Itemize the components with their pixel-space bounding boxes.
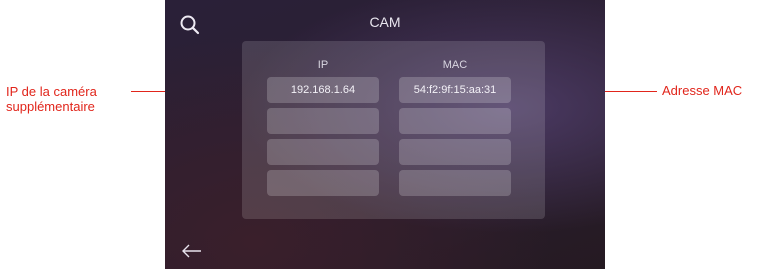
ip-field-3[interactable]	[267, 139, 379, 165]
column-header-mac: MAC	[442, 59, 468, 71]
mac-field-1[interactable]: 54:f2:9f:15:aa:31	[399, 77, 511, 103]
ip-field-1[interactable]: 192.168.1.64	[267, 77, 379, 103]
mac-field-4[interactable]	[399, 170, 511, 196]
mac-field-3[interactable]	[399, 139, 511, 165]
camera-table-panel: IP MAC 192.168.1.64 54:f2:9f:15:aa:31	[242, 41, 545, 219]
ip-field-4[interactable]	[267, 170, 379, 196]
device-screen: CAM IP MAC 192.168.1.64 54:f2:9f:15:aa:3…	[165, 0, 605, 269]
column-header-ip: IP	[317, 59, 329, 71]
annotation-ip-line2: supplémentaire	[6, 99, 95, 114]
annotation-ip-line1: IP de la caméra	[6, 84, 97, 99]
ip-field-2[interactable]	[267, 108, 379, 134]
annotation-ip: IP de la caméra supplémentaire	[6, 84, 97, 114]
mac-field-2[interactable]	[399, 108, 511, 134]
arrow-left-icon[interactable]	[181, 243, 203, 259]
annotation-mac: Adresse MAC	[662, 83, 743, 98]
page-title: CAM	[369, 14, 401, 30]
